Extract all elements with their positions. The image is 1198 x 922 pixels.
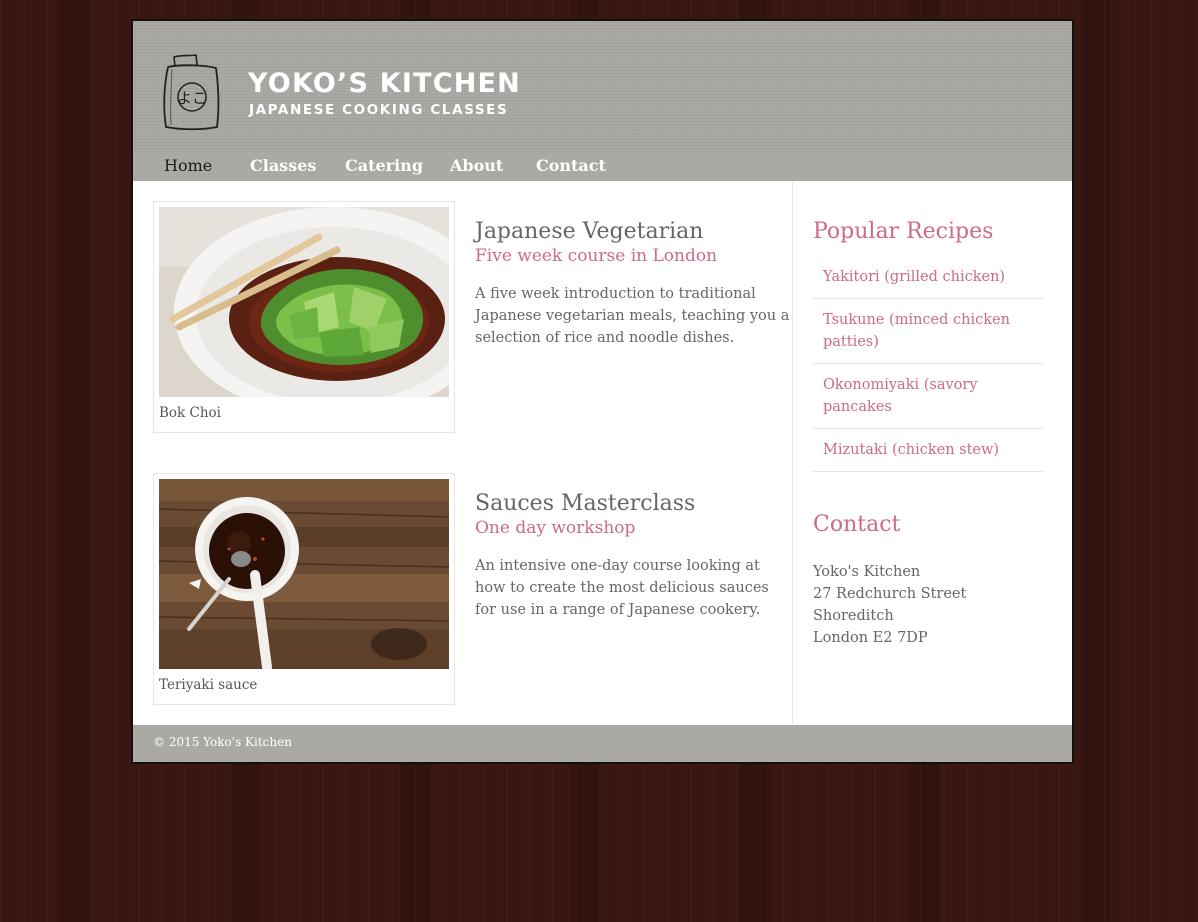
- course-figure: Teriyaki sauce: [153, 473, 455, 705]
- figure-caption: Bok Choi: [159, 405, 221, 421]
- copyright-text: © 2015 Yoko's Kitchen: [153, 735, 292, 749]
- page-wrapper: よこ YOKO’S KITCHEN JAPANESE COOKING CLASS…: [131, 19, 1074, 764]
- course-item: Sauces Masterclass One day workshop An i…: [475, 491, 793, 621]
- bok-choi-photo: [159, 207, 449, 397]
- logo-icon: よこ: [163, 54, 220, 131]
- sidebar: Popular Recipes Yakitori (grilled chicke…: [792, 181, 1072, 725]
- address-line: Yoko's Kitchen: [813, 564, 921, 580]
- course-title: Sauces Masterclass: [475, 491, 696, 516]
- course-description: A five week introduction to traditional …: [475, 286, 790, 346]
- nav-home[interactable]: Home: [164, 156, 212, 175]
- recipe-list: Yakitori (grilled chicken) Tsukune (minc…: [813, 256, 1043, 472]
- course-item: Japanese Vegetarian Five week course in …: [475, 219, 793, 349]
- site-title: YOKO’S KITCHEN: [248, 68, 521, 99]
- nav-catering[interactable]: Catering: [345, 156, 423, 175]
- footer: © 2015 Yoko's Kitchen: [133, 725, 1072, 762]
- site-subtitle: JAPANESE COOKING CLASSES: [249, 102, 509, 118]
- nav-classes[interactable]: Classes: [250, 156, 316, 175]
- address-line: London E2 7DP: [813, 630, 928, 646]
- figure-caption: Teriyaki sauce: [159, 677, 258, 693]
- course-title: Japanese Vegetarian: [475, 219, 704, 244]
- course-subtitle: Five week course in London: [475, 246, 718, 266]
- course-subtitle: One day workshop: [475, 518, 636, 538]
- recipe-link[interactable]: Okonomiyaki (savory pancakes: [813, 364, 1043, 429]
- address-line: 27 Redchurch Street: [813, 586, 967, 602]
- main-nav: Home Classes Catering About Contact: [133, 152, 1072, 181]
- recipe-link[interactable]: Mizutaki (chicken stew): [813, 429, 1043, 472]
- main-content: Bok Choi Japanese Vegetarian Five week c…: [133, 181, 792, 725]
- address-line: Shoreditch: [813, 608, 894, 624]
- recipe-link[interactable]: Tsukune (minced chicken patties): [813, 299, 1043, 364]
- course-figure: Bok Choi: [153, 201, 455, 433]
- popular-recipes-heading: Popular Recipes: [813, 219, 994, 244]
- recipe-link[interactable]: Yakitori (grilled chicken): [813, 256, 1043, 299]
- logo-glyph: よこ: [177, 89, 207, 107]
- contact-address: Yoko's Kitchen 27 Redchurch Street Shore…: [813, 561, 966, 649]
- header: よこ YOKO’S KITCHEN JAPANESE COOKING CLASS…: [133, 21, 1072, 152]
- nav-contact[interactable]: Contact: [536, 156, 606, 175]
- contact-heading: Contact: [813, 512, 901, 537]
- nav-about[interactable]: About: [450, 156, 503, 175]
- course-description: An intensive one-day course looking at h…: [475, 558, 769, 618]
- teriyaki-sauce-photo: [159, 479, 449, 669]
